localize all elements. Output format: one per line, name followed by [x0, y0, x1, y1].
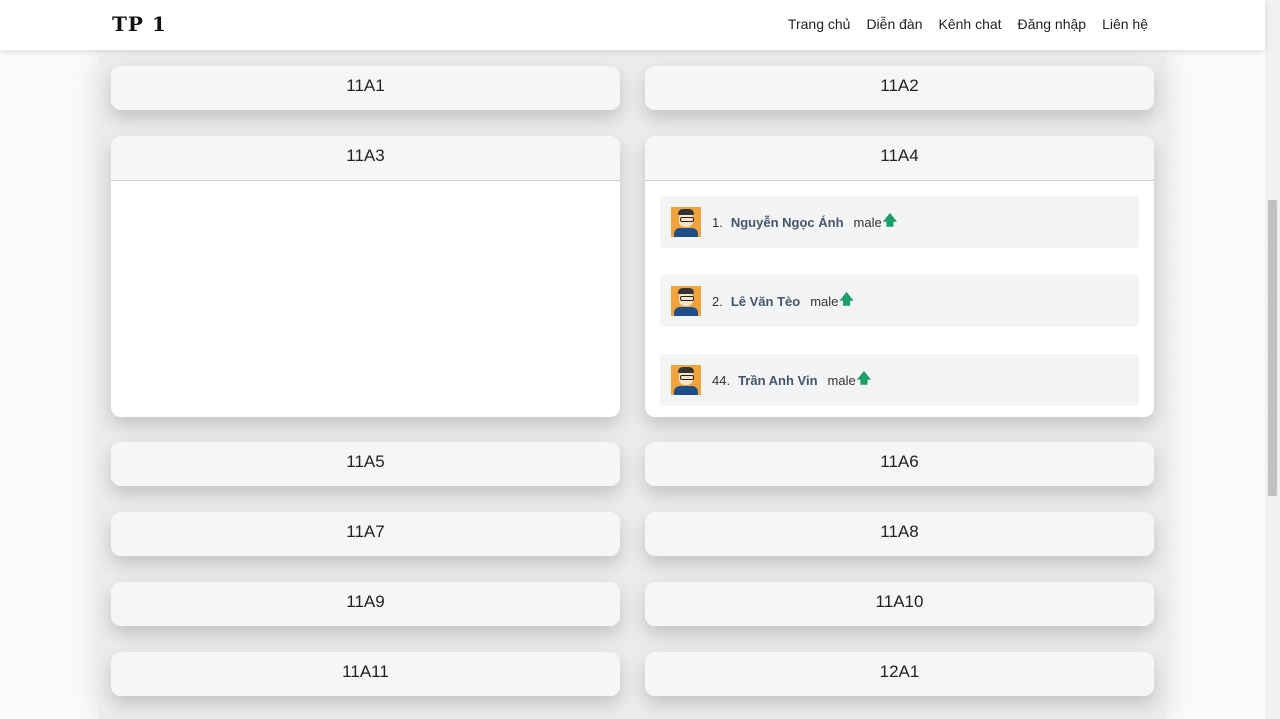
class-card-title[interactable]: 11A8 [645, 512, 1154, 556]
class-card-11A3[interactable]: 11A3 [111, 136, 620, 417]
nav-chat-link[interactable]: Kênh chat [938, 16, 1001, 32]
student-row[interactable]: 2. Lê Văn Tèo male 🡅 [660, 275, 1139, 327]
class-card-11A7[interactable]: 11A7 [111, 512, 620, 556]
class-card-title[interactable]: 11A10 [645, 582, 1154, 626]
student-gender: male [853, 214, 882, 230]
class-card-title[interactable]: 11A5 [111, 442, 620, 486]
nav-login-link[interactable]: Đăng nhập [1018, 16, 1087, 32]
avatar-icon [671, 365, 701, 395]
student-name[interactable]: Nguyễn Ngọc Ánh [731, 215, 844, 230]
nav-contact-link[interactable]: Liên hệ [1102, 16, 1148, 32]
avatar-icon [671, 207, 701, 237]
page-scrollbar[interactable] [1265, 0, 1280, 719]
class-card-title[interactable]: 11A11 [111, 652, 620, 696]
class-card-11A8[interactable]: 11A8 [645, 512, 1154, 556]
nav-forum-link[interactable]: Diễn đàn [866, 16, 922, 32]
student-row[interactable]: 44. Trần Anh Vin male 🡅 [660, 354, 1139, 406]
class-card-title[interactable]: 11A2 [645, 66, 1154, 110]
student-number: 1. [712, 214, 723, 230]
nav-menu: Trang chủ Diễn đàn Kênh chat Đăng nhập L… [788, 16, 1148, 32]
arrow-up-icon[interactable]: 🡅 [857, 368, 871, 392]
class-card-title[interactable]: 11A1 [111, 66, 620, 110]
class-card-11A6[interactable]: 11A6 [645, 442, 1154, 486]
class-card-title[interactable]: 11A9 [111, 582, 620, 626]
student-gender: male [810, 293, 839, 309]
arrow-up-icon[interactable]: 🡅 [883, 210, 897, 234]
class-card-11A11[interactable]: 11A11 [111, 652, 620, 696]
arrow-up-icon[interactable]: 🡅 [839, 289, 853, 313]
student-number: 44. [712, 372, 731, 388]
student-name[interactable]: Trần Anh Vin [738, 373, 817, 388]
class-card-title[interactable]: 11A4 [645, 136, 1154, 181]
avatar-icon [671, 286, 701, 316]
class-card-11A10[interactable]: 11A10 [645, 582, 1154, 626]
class-card-11A1[interactable]: 11A1 [111, 66, 620, 110]
scrollbar-thumb[interactable] [1268, 200, 1277, 496]
class-card-title[interactable]: 11A6 [645, 442, 1154, 486]
class-card-title[interactable]: 11A7 [111, 512, 620, 556]
class-card-12A1[interactable]: 12A1 [645, 652, 1154, 696]
brand-logo[interactable]: TP 1 [112, 12, 167, 36]
class-card-title[interactable]: 11A3 [111, 136, 620, 181]
class-card-11A4[interactable]: 11A4 1. Nguyễn Ngọc Ánh male 🡅 2. Lê Văn… [645, 136, 1154, 417]
student-name[interactable]: Lê Văn Tèo [731, 294, 800, 309]
class-card-11A5[interactable]: 11A5 [111, 442, 620, 486]
student-number: 2. [712, 293, 723, 309]
student-row[interactable]: 1. Nguyễn Ngọc Ánh male 🡅 [660, 196, 1139, 248]
student-list: 1. Nguyễn Ngọc Ánh male 🡅 2. Lê Văn Tèo … [645, 181, 1154, 406]
student-gender: male [827, 372, 856, 388]
top-navbar: TP 1 Trang chủ Diễn đàn Kênh chat Đăng n… [0, 0, 1265, 50]
class-card-11A2[interactable]: 11A2 [645, 66, 1154, 110]
class-card-title[interactable]: 12A1 [645, 652, 1154, 696]
nav-home-link[interactable]: Trang chủ [788, 16, 851, 32]
class-card-11A9[interactable]: 11A9 [111, 582, 620, 626]
